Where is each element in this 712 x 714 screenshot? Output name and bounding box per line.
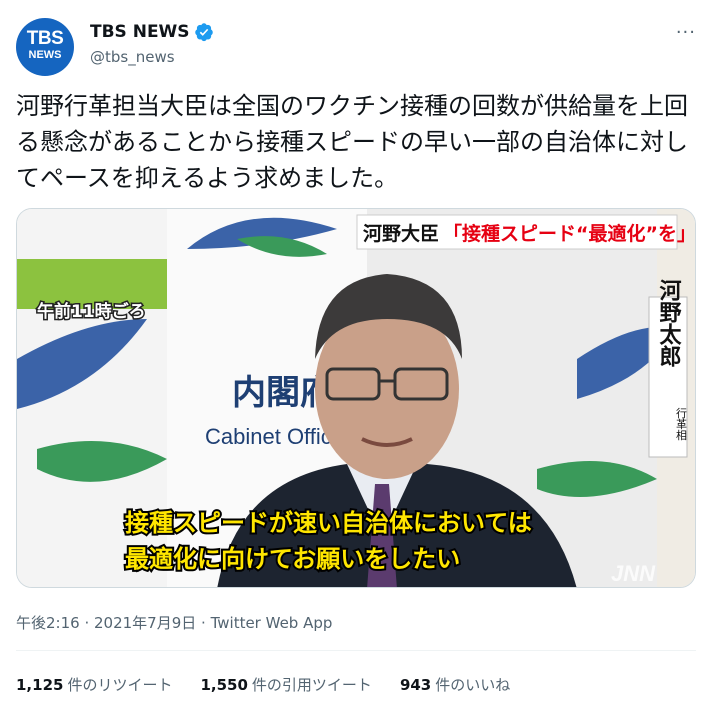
handle[interactable]: @tbs_news (90, 48, 175, 66)
quotes-label: 件の引用ツイート (251, 676, 372, 694)
likes-label: 件のいいね (435, 676, 511, 694)
quotes-count: 1,550 (200, 676, 248, 694)
tweet-text: 河野行革担当大臣は全国のワクチン接種の回数が供給量を上回る懸念があることから接種… (16, 92, 688, 192)
quotes-stat[interactable]: 1,550 件の引用ツイート (200, 674, 371, 695)
caption-name: 河野大臣 (363, 222, 439, 245)
tweet-timestamp: 午後2:16 · 2021年7月9日 · Twitter Web App (16, 612, 332, 633)
side-name: 河野太郎 (656, 279, 682, 367)
likes-count: 943 (399, 676, 432, 694)
subtitle-line2: 最適化に向けてお願いをしたい (125, 545, 460, 573)
retweets-stat[interactable]: 1,125 件のリツイート (16, 674, 172, 695)
tweet-time[interactable]: 午後2:16 (16, 614, 80, 632)
avatar[interactable]: TBS NEWS (16, 18, 74, 76)
avatar-text-line2: NEWS (28, 49, 62, 61)
separator: · (79, 614, 94, 632)
more-options-icon[interactable]: ··· (676, 22, 696, 43)
tweet-media-image[interactable]: 内閣府 Cabinet Office 河野大臣 「接種スピード“最適化”を」 午… (16, 208, 696, 588)
jnn-watermark: JNN (611, 561, 656, 586)
divider (16, 650, 696, 651)
time-label: 午前11時ごろ (37, 301, 146, 322)
tweet-stats: 1,125 件のリツイート 1,550 件の引用ツイート 943 件のいいね (16, 674, 510, 695)
verified-badge-icon (194, 23, 213, 42)
caption-quote: 「接種スピード“最適化”を」 (443, 222, 696, 245)
tweet-client[interactable]: Twitter Web App (211, 614, 333, 632)
retweets-count: 1,125 (16, 676, 64, 694)
avatar-text-line1: TBS (26, 28, 64, 49)
tweet-date[interactable]: 2021年7月9日 (94, 614, 196, 632)
display-name[interactable]: TBS NEWS (90, 22, 190, 42)
video-frame: 内閣府 Cabinet Office 河野大臣 「接種スピード“最適化”を」 午… (17, 209, 696, 587)
likes-stat[interactable]: 943 件のいいね (400, 674, 510, 695)
retweets-label: 件のリツイート (67, 676, 173, 694)
display-name-row[interactable]: TBS NEWS (90, 22, 214, 42)
subtitle-line1: 接種スピードが速い自治体においては (125, 509, 532, 537)
side-title: 行革相 (675, 407, 688, 440)
separator: · (196, 614, 211, 632)
tweet-header: TBS NEWS TBS NEWS @tbs_news ··· (16, 12, 696, 76)
